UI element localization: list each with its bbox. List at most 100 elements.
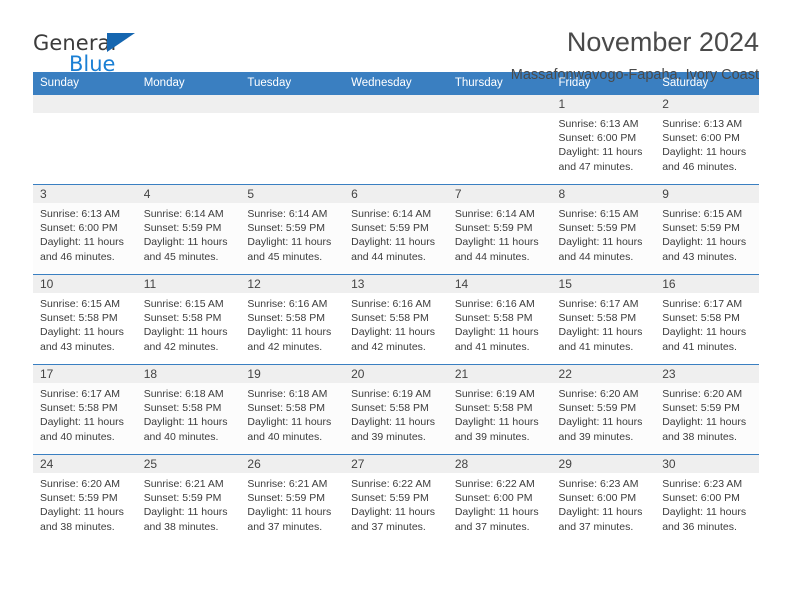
daylight-text: Daylight: 11 hours bbox=[662, 506, 747, 519]
calendar-day-cell[interactable]: 25 Sunrise: 6:21 AM Sunset: 5:59 PM Dayligh… bbox=[136, 454, 241, 544]
calendar-day-cell[interactable]: 2 Sunrise: 6:13 AM Sunset: 6:00 PM Daylight… bbox=[655, 94, 759, 185]
day-number: 16 bbox=[655, 275, 759, 293]
sunset-text: Sunset: 5:59 PM bbox=[247, 222, 326, 235]
daylight-text-cont: and 47 minutes. bbox=[558, 160, 634, 173]
day-number: 9 bbox=[655, 185, 759, 203]
calendar-day-cell[interactable]: 8 Sunrise: 6:15 AM Sunset: 5:59 PM Daylight… bbox=[551, 184, 656, 275]
sunrise-text: Sunrise: 6:20 AM bbox=[662, 388, 743, 400]
calendar-day-cell[interactable]: 21 Sunrise: 6:19 AM Sunset: 5:58 PM Dayligh… bbox=[447, 364, 552, 455]
calendar-body: 1 Sunrise: 6:13 AM Sunset: 6:00 PM Daylight… bbox=[33, 94, 759, 544]
daylight-text-cont: and 42 minutes. bbox=[143, 340, 219, 353]
daylight-text: Daylight: 11 hours bbox=[40, 506, 124, 519]
calendar-day-cell[interactable]: 23 Sunrise: 6:20 AM Sunset: 5:59 PM Dayligh… bbox=[655, 364, 759, 455]
general-blue-logo[interactable]: General Blue bbox=[33, 26, 153, 78]
day-details: Sunrise: 6:16 AM Sunset: 5:58 PM Daylight:… bbox=[344, 293, 448, 354]
daylight-text-cont: and 40 minutes. bbox=[40, 430, 115, 443]
calendar-day-cell[interactable]: 20 Sunrise: 6:19 AM Sunset: 5:58 PM Dayligh… bbox=[344, 364, 448, 455]
sunrise-text: Sunrise: 6:19 AM bbox=[454, 388, 535, 400]
day-details bbox=[137, 113, 241, 117]
calendar-day-cell[interactable]: 5 Sunrise: 6:14 AM Sunset: 5:59 PM Daylight… bbox=[240, 184, 345, 275]
calendar-day-cell[interactable]: 22 Sunrise: 6:20 AM Sunset: 5:59 PM Dayligh… bbox=[551, 364, 656, 455]
day-details: Sunrise: 6:16 AM Sunset: 5:58 PM Daylight:… bbox=[240, 293, 344, 354]
sunrise-text: Sunrise: 6:18 AM bbox=[143, 388, 224, 400]
calendar-day-cell[interactable]: 3 Sunrise: 6:13 AM Sunset: 6:00 PM Daylight… bbox=[33, 184, 137, 275]
sunrise-text: Sunrise: 6:19 AM bbox=[351, 388, 432, 400]
daylight-text: Daylight: 11 hours bbox=[558, 416, 643, 429]
calendar-day-cell[interactable]: 18 Sunrise: 6:18 AM Sunset: 5:58 PM Dayligh… bbox=[136, 364, 241, 455]
daylight-text-cont: and 42 minutes. bbox=[247, 340, 323, 353]
daylight-text: Daylight: 11 hours bbox=[558, 146, 643, 159]
sunset-text: Sunset: 5:59 PM bbox=[662, 222, 740, 235]
calendar-day-cell[interactable]: 29 Sunrise: 6:23 AM Sunset: 6:00 PM Dayligh… bbox=[551, 454, 656, 544]
calendar-day-cell[interactable]: 16 Sunrise: 6:17 AM Sunset: 5:58 PM Dayligh… bbox=[655, 274, 759, 365]
day-details: Sunrise: 6:13 AM Sunset: 6:00 PM Daylight:… bbox=[655, 113, 759, 174]
daylight-text: Daylight: 11 hours bbox=[351, 416, 435, 429]
calendar-day-cell[interactable]: 6 Sunrise: 6:14 AM Sunset: 5:59 PM Daylight… bbox=[344, 184, 448, 275]
day-details: Sunrise: 6:17 AM Sunset: 5:58 PM Daylight:… bbox=[33, 383, 137, 444]
day-details: Sunrise: 6:14 AM Sunset: 5:59 PM Daylight:… bbox=[240, 203, 344, 264]
calendar-week-row: 10 Sunrise: 6:15 AM Sunset: 5:58 PM Dayligh… bbox=[33, 274, 759, 365]
day-number: 23 bbox=[655, 365, 759, 383]
page-header: General Blue November 2024 Massafonwavog… bbox=[33, 0, 759, 83]
sunrise-text: Sunrise: 6:21 AM bbox=[247, 478, 328, 490]
day-details: Sunrise: 6:15 AM Sunset: 5:59 PM Daylight:… bbox=[552, 203, 656, 264]
day-details: Sunrise: 6:17 AM Sunset: 5:58 PM Daylight:… bbox=[655, 293, 759, 354]
day-details: Sunrise: 6:19 AM Sunset: 5:58 PM Daylight:… bbox=[344, 383, 448, 444]
day-details: Sunrise: 6:22 AM Sunset: 6:00 PM Daylight:… bbox=[448, 473, 552, 534]
calendar-day-cell[interactable]: 1 Sunrise: 6:13 AM Sunset: 6:00 PM Daylight… bbox=[551, 94, 656, 185]
day-details: Sunrise: 6:13 AM Sunset: 6:00 PM Daylight:… bbox=[33, 203, 137, 264]
calendar-day-cell[interactable]: 14 Sunrise: 6:16 AM Sunset: 5:58 PM Dayligh… bbox=[447, 274, 552, 365]
calendar-day-cell[interactable]: 13 Sunrise: 6:16 AM Sunset: 5:58 PM Dayligh… bbox=[344, 274, 448, 365]
calendar-day-cell[interactable]: 30 Sunrise: 6:23 AM Sunset: 6:00 PM Dayligh… bbox=[655, 454, 759, 544]
day-number bbox=[447, 95, 552, 113]
day-number: 8 bbox=[551, 185, 656, 203]
calendar-day-cell[interactable]: 9 Sunrise: 6:15 AM Sunset: 5:59 PM Daylight… bbox=[655, 184, 759, 275]
day-details: Sunrise: 6:22 AM Sunset: 5:59 PM Daylight:… bbox=[344, 473, 448, 534]
day-number: 14 bbox=[447, 275, 552, 293]
daylight-text-cont: and 43 minutes. bbox=[40, 340, 115, 353]
day-details: Sunrise: 6:23 AM Sunset: 6:00 PM Daylight:… bbox=[655, 473, 759, 534]
daylight-text: Daylight: 11 hours bbox=[143, 326, 228, 339]
sunset-text: Sunset: 5:59 PM bbox=[454, 222, 533, 235]
calendar-day-cell[interactable]: 4 Sunrise: 6:14 AM Sunset: 5:59 PM Daylight… bbox=[136, 184, 241, 275]
calendar-day-cell[interactable]: 11 Sunrise: 6:15 AM Sunset: 5:58 PM Dayligh… bbox=[136, 274, 241, 365]
sunrise-text: Sunrise: 6:23 AM bbox=[662, 478, 743, 490]
sunset-text: Sunset: 5:59 PM bbox=[247, 492, 326, 505]
daylight-text-cont: and 37 minutes. bbox=[454, 520, 530, 533]
calendar-day-cell[interactable]: 12 Sunrise: 6:16 AM Sunset: 5:58 PM Dayligh… bbox=[240, 274, 345, 365]
day-number bbox=[344, 95, 448, 113]
daylight-text: Daylight: 11 hours bbox=[662, 416, 747, 429]
daylight-text: Daylight: 11 hours bbox=[351, 326, 435, 339]
daylight-text-cont: and 44 minutes. bbox=[558, 250, 634, 263]
calendar-day-cell[interactable]: 24 Sunrise: 6:20 AM Sunset: 5:59 PM Dayligh… bbox=[33, 454, 137, 544]
sunset-text: Sunset: 5:58 PM bbox=[351, 312, 429, 325]
day-details: Sunrise: 6:19 AM Sunset: 5:58 PM Daylight:… bbox=[448, 383, 552, 444]
calendar-day-cell[interactable]: 28 Sunrise: 6:22 AM Sunset: 6:00 PM Dayligh… bbox=[447, 454, 552, 544]
calendar-day-cell[interactable]: 27 Sunrise: 6:22 AM Sunset: 5:59 PM Dayligh… bbox=[344, 454, 448, 544]
calendar-day-cell[interactable]: 7 Sunrise: 6:14 AM Sunset: 5:59 PM Daylight… bbox=[447, 184, 552, 275]
daylight-text-cont: and 45 minutes. bbox=[247, 250, 323, 263]
day-details bbox=[344, 113, 448, 117]
daylight-text: Daylight: 11 hours bbox=[662, 326, 747, 339]
day-number: 29 bbox=[551, 455, 656, 473]
day-details: Sunrise: 6:15 AM Sunset: 5:58 PM Daylight:… bbox=[33, 293, 137, 354]
daylight-text: Daylight: 11 hours bbox=[247, 326, 332, 339]
day-number bbox=[136, 95, 241, 113]
daylight-text-cont: and 40 minutes. bbox=[247, 430, 323, 443]
calendar-day-cell[interactable]: 19 Sunrise: 6:18 AM Sunset: 5:58 PM Dayligh… bbox=[240, 364, 345, 455]
daylight-text-cont: and 41 minutes. bbox=[454, 340, 530, 353]
day-details: Sunrise: 6:18 AM Sunset: 5:58 PM Daylight:… bbox=[240, 383, 344, 444]
sunrise-text: Sunrise: 6:23 AM bbox=[558, 478, 639, 490]
calendar-day-cell[interactable]: 26 Sunrise: 6:21 AM Sunset: 5:59 PM Dayligh… bbox=[240, 454, 345, 544]
calendar-day-cell[interactable]: 10 Sunrise: 6:15 AM Sunset: 5:58 PM Dayligh… bbox=[33, 274, 137, 365]
calendar-page: General Blue November 2024 Massafonwavog… bbox=[0, 0, 792, 612]
calendar-table: Sunday Monday Tuesday Wednesday Thursday Frid… bbox=[33, 72, 759, 544]
day-details: Sunrise: 6:16 AM Sunset: 5:58 PM Daylight:… bbox=[448, 293, 552, 354]
day-details: Sunrise: 6:21 AM Sunset: 5:59 PM Daylight:… bbox=[137, 473, 241, 534]
sunset-text: Sunset: 5:58 PM bbox=[247, 402, 326, 415]
calendar-week-row: 24 Sunrise: 6:20 AM Sunset: 5:59 PM Dayligh… bbox=[33, 454, 759, 544]
calendar-day-cell[interactable]: 17 Sunrise: 6:17 AM Sunset: 5:58 PM Dayligh… bbox=[33, 364, 137, 455]
sunrise-text: Sunrise: 6:21 AM bbox=[143, 478, 224, 490]
calendar-day-cell[interactable]: 15 Sunrise: 6:17 AM Sunset: 5:58 PM Dayligh… bbox=[551, 274, 656, 365]
calendar-day-cell-empty bbox=[136, 94, 241, 185]
